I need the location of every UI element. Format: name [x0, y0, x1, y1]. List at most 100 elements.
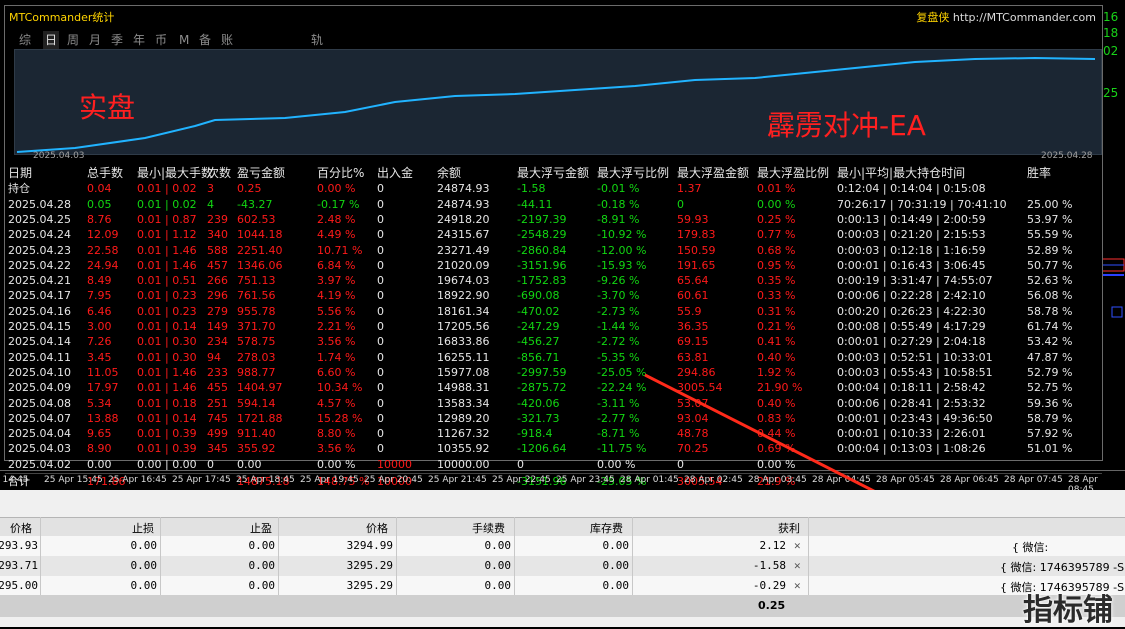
stats-cell-pct: 3.56 % — [317, 335, 356, 349]
stats-cell-hold: 0:00:03 | 0:21:20 | 2:15:53 — [837, 228, 986, 242]
position-cell-profit: -0.29 — [752, 579, 786, 592]
stats-cell-mfl: -2860.84 — [517, 243, 567, 257]
position-row[interactable]: 3293.930.000.003294.990.000.002.12✕{ 微信:… — [0, 536, 1125, 568]
col-open-price[interactable]: 价格 — [10, 520, 32, 536]
brand[interactable]: 复盘侠 http://MTCommander.com — [916, 9, 1096, 25]
stats-cell-win: 47.87 % — [1027, 350, 1073, 364]
stats-header-cell[interactable]: 胜率 — [1027, 166, 1051, 181]
stats-cell-pnl: 1404.97 — [237, 381, 283, 395]
tab-day[interactable]: 日 — [43, 31, 60, 49]
stats-cell-lots: 6.46 — [87, 304, 112, 318]
stats-cell-mfpp: 0.00 % — [757, 197, 796, 211]
close-position-icon[interactable]: ✕ — [794, 539, 801, 552]
stats-cell-lots: 11.05 — [87, 365, 119, 379]
time-axis-label: 25 Apr 20:45 — [364, 475, 423, 485]
tab-year[interactable]: 年 — [133, 31, 145, 49]
stats-cell-hold: 0:00:03 | 0:52:51 | 10:33:01 — [837, 350, 993, 364]
stats-header-cell[interactable]: 盈亏金额 — [237, 166, 285, 181]
app-title: MTCommander统计 — [9, 11, 115, 24]
position-cell-swap: 0.00 — [602, 579, 630, 592]
stats-header-cell[interactable]: 最大浮亏金额 — [517, 166, 589, 181]
stats-cell-pct: 2.48 % — [317, 212, 356, 226]
time-axis-label: 25 Apr 18:45 — [236, 475, 295, 485]
position-cell-profit: 2.12 — [759, 539, 787, 552]
position-row[interactable]: 3295.000.000.003295.290.000.00-0.29✕{ 微信… — [0, 576, 1125, 597]
stats-cell-count: 4 — [207, 197, 214, 211]
stats-cell-bal: 24918.20 — [437, 212, 490, 226]
stats-cell-pct: 8.80 % — [317, 427, 356, 441]
stats-cell-pnl: 751.13 — [237, 274, 276, 288]
stats-header-cell[interactable]: 最小|最大手数 — [137, 166, 213, 181]
col-fee[interactable]: 手续费 — [472, 520, 505, 536]
stats-cell-mfp: 69.15 — [677, 335, 709, 349]
stats-cell-hold: 0:00:20 | 0:26:23 | 4:22:30 — [837, 304, 986, 318]
close-position-icon[interactable]: ✕ — [794, 559, 801, 572]
position-cell-swap: 0.00 — [602, 539, 630, 552]
stats-cell-count: 94 — [207, 350, 221, 364]
tab-all[interactable]: 综 — [19, 31, 31, 49]
stats-cell-count: 345 — [207, 442, 228, 456]
tab-note[interactable]: 备 — [199, 31, 211, 49]
stats-cell-bal: 18161.34 — [437, 304, 490, 318]
stats-cell-io: 0 — [377, 320, 384, 333]
right-axis-label: 25 — [1103, 86, 1119, 100]
stats-cell-bal: 14988.31 — [437, 381, 490, 395]
position-row[interactable]: 3293.71 0.00 0.00 3295.29 0.00 0.00 -1.58 ✕ { 微信… — [0, 556, 1125, 577]
brand-url[interactable]: http://MTCommander.com — [953, 11, 1096, 24]
stats-cell-io: 0 — [377, 197, 384, 211]
stats-cell-mflp: -22.24 % — [597, 381, 647, 395]
stats-header-cell[interactable]: 最小|平均|最大持仓时间 — [837, 166, 965, 181]
stats-header-cell[interactable]: 日期 — [8, 166, 32, 181]
stats-cell-mflp: -8.91 % — [597, 212, 640, 226]
col-tp[interactable]: 止盈 — [250, 520, 272, 536]
stats-cell-pnl: 371.70 — [237, 320, 276, 333]
stats-cell-lots: 5.34 — [87, 396, 112, 410]
stats-cell-win: 55.59 % — [1027, 228, 1073, 242]
stats-cell-date: 2025.04.08 — [8, 396, 71, 410]
position-cell-open: 3293.93 — [0, 539, 38, 552]
tab-month[interactable]: 月 — [89, 31, 101, 49]
stats-cell-minmax: 0.01 | 0.02 — [137, 182, 197, 196]
stats-header-cell[interactable]: 最大浮盈比例 — [757, 166, 829, 181]
stats-header-cell[interactable]: 次数 — [207, 166, 231, 181]
stats-cell-date: 2025.04.17 — [8, 289, 71, 303]
stats-cell-mfp: 0 — [677, 197, 684, 211]
stats-cell-date: 2025.04.16 — [8, 304, 71, 318]
tab-currency[interactable]: 币 — [155, 31, 167, 49]
stats-row: 2025.04.21 8.49 0.01 | 0.51 266 751.13 3.97 %… — [5, 273, 1102, 288]
stats-header-cell[interactable]: 百分比% — [317, 166, 364, 181]
tab-quarter[interactable]: 季 — [111, 31, 123, 49]
stats-cell-hold: 70:26:17 | 70:31:19 | 70:41:10 — [837, 197, 1007, 211]
stats-cell-mfp: 63.81 — [677, 350, 709, 364]
col-swap[interactable]: 库存费 — [590, 520, 623, 536]
tab-magic[interactable]: M — [179, 31, 189, 49]
equity-end-date: 2025.04.28 — [1041, 151, 1093, 161]
stats-cell-win: 51.01 % — [1027, 442, 1073, 456]
right-axis-label: 18 — [1103, 26, 1119, 40]
stats-header-cell[interactable]: 余额 — [437, 166, 461, 181]
stats-header-cell[interactable]: 出入金 — [377, 166, 413, 181]
position-cell-price: 3294.99 — [346, 539, 393, 552]
stats-cell-count: 340 — [207, 228, 228, 242]
tab-week[interactable]: 周 — [67, 31, 79, 49]
stats-cell-pnl: 1044.18 — [237, 228, 283, 242]
stats-cell-lots: 3.45 — [87, 350, 112, 364]
stats-cell-pct: -0.17 % — [317, 197, 360, 211]
stats-cell-io: 0 — [377, 335, 384, 349]
col-divider — [808, 517, 809, 597]
col-profit[interactable]: 获利 — [778, 520, 800, 536]
stats-cell-count: 457 — [207, 258, 228, 272]
stats-header-cell[interactable]: 最大浮亏比例 — [597, 166, 669, 181]
stats-cell-mfl: -1.58 — [517, 182, 546, 196]
close-position-icon[interactable]: ✕ — [794, 579, 801, 592]
stats-cell-date: 2025.04.24 — [8, 228, 71, 242]
stats-cell-pct: 15.28 % — [317, 411, 363, 425]
stats-header-cell[interactable]: 总手数 — [87, 166, 123, 181]
stats-cell-mfl: -1752.83 — [517, 274, 567, 288]
stats-cell-mfl: -470.02 — [517, 304, 560, 318]
stats-cell-bal: 21020.09 — [437, 258, 490, 272]
col-sl[interactable]: 止损 — [132, 520, 154, 536]
stats-cell-pct: 5.56 % — [317, 304, 356, 318]
col-price[interactable]: 价格 — [366, 520, 388, 536]
stats-header-cell[interactable]: 最大浮盈金额 — [677, 166, 749, 181]
